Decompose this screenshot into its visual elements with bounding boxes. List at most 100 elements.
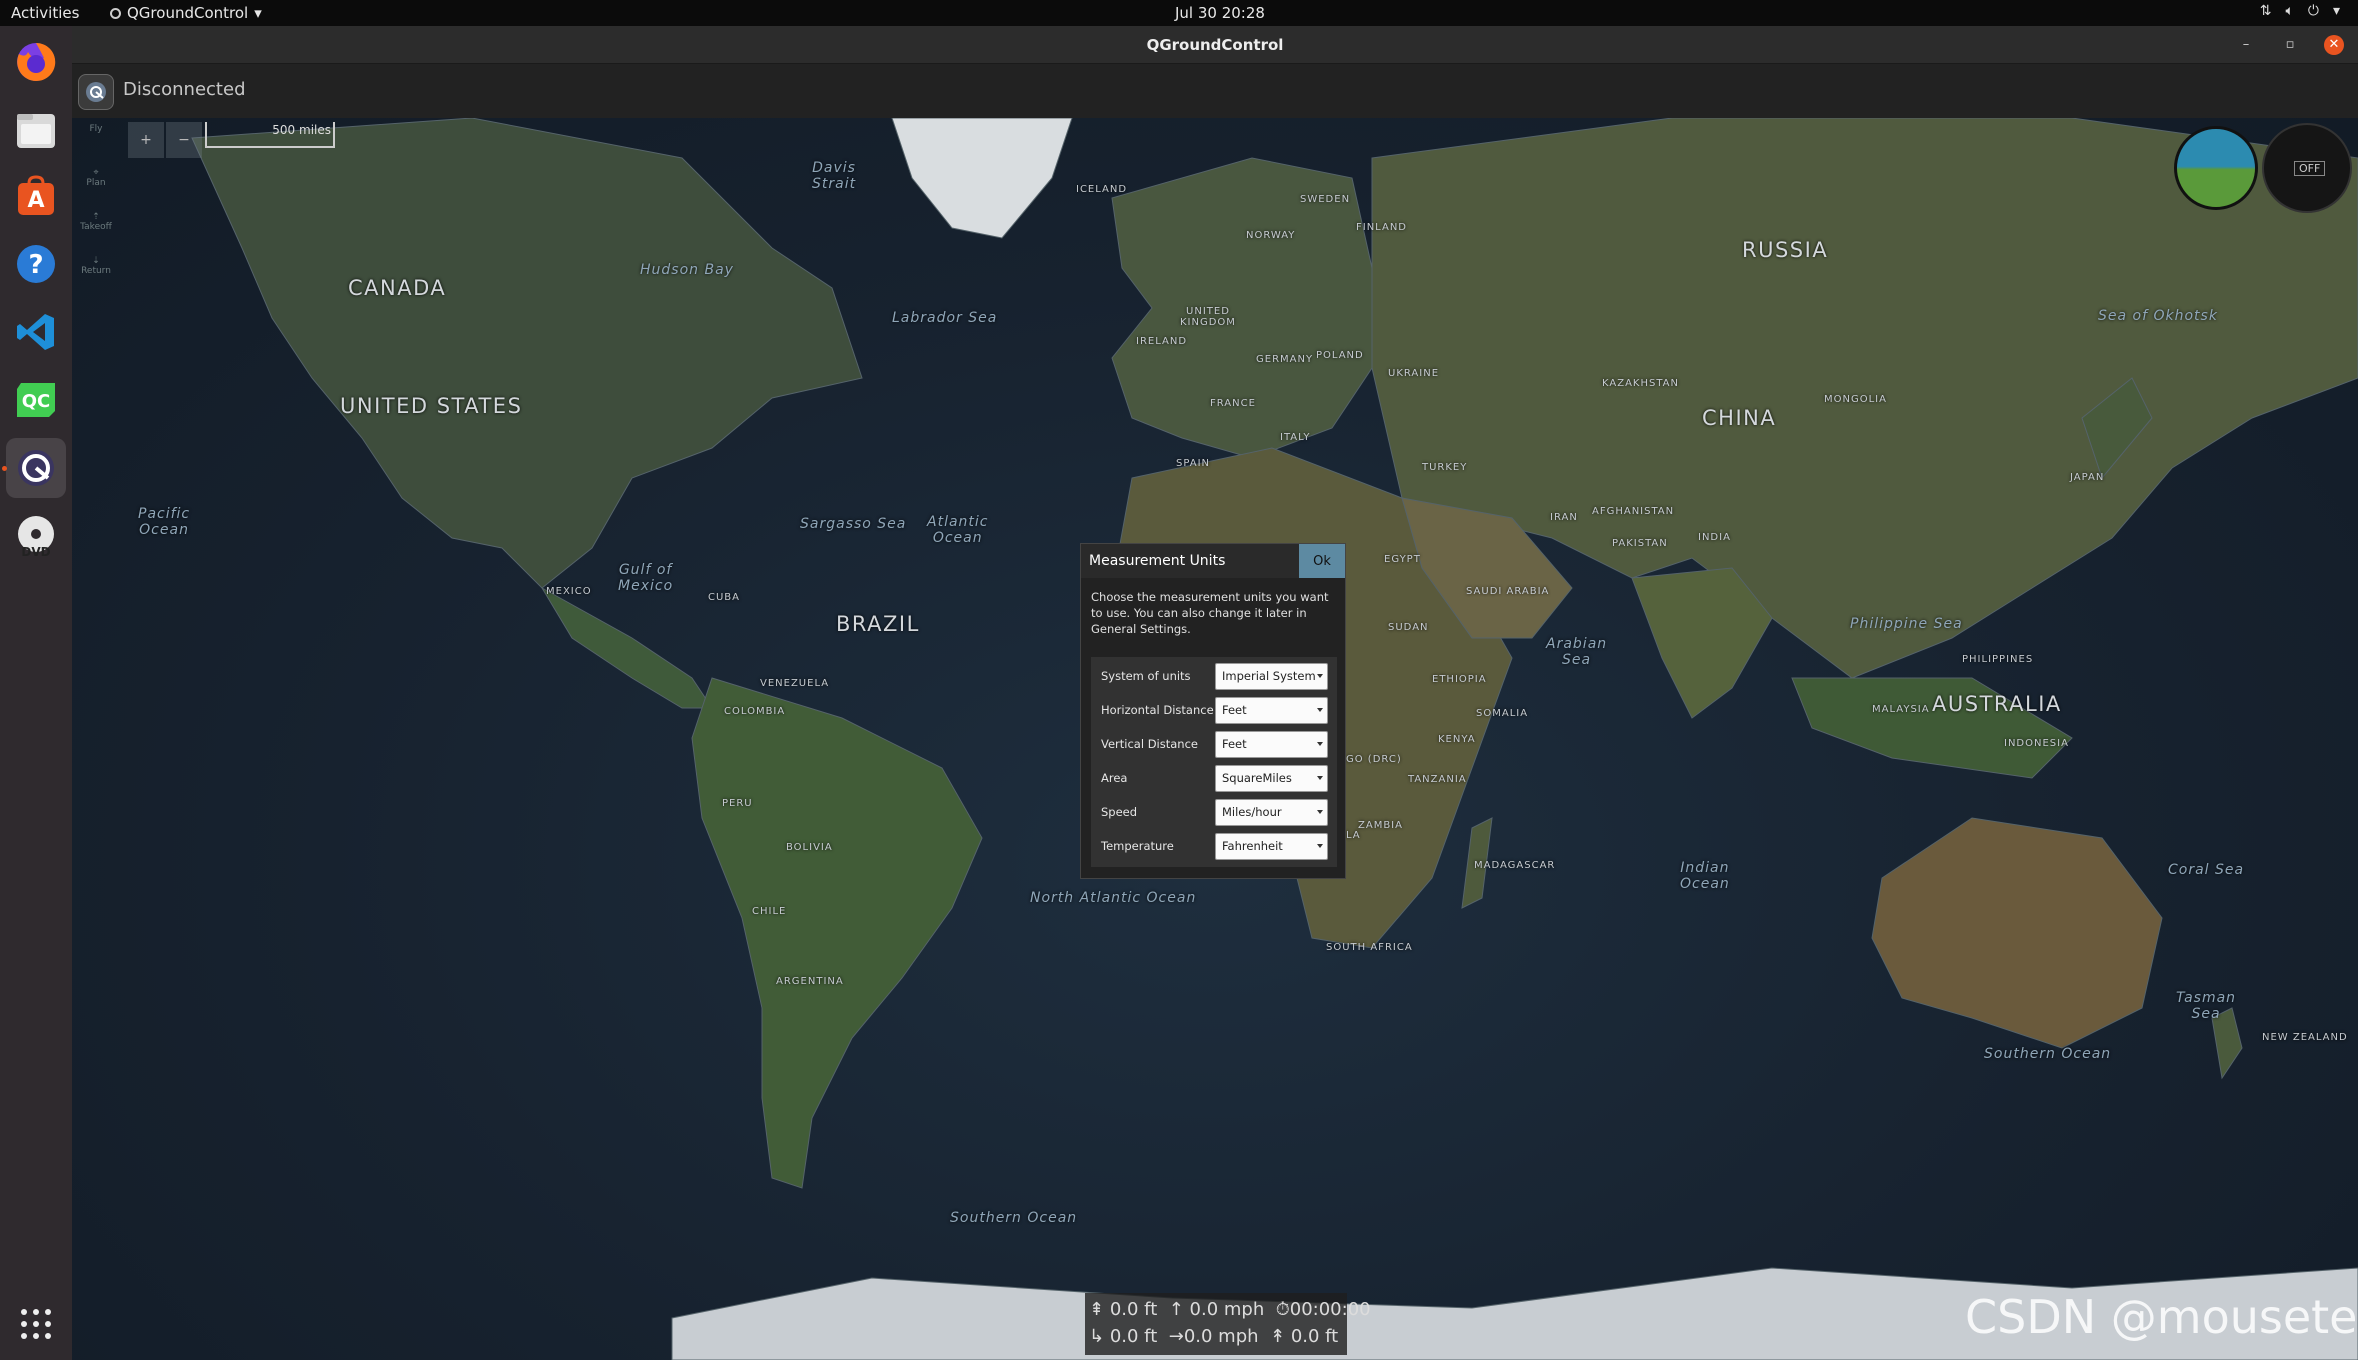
map-label: Philippine Sea <box>1850 616 1963 632</box>
map-label: RUSSIA <box>1742 238 1829 262</box>
takeoff-icon: ⇡ <box>92 212 100 222</box>
field-label: Area <box>1101 771 1128 785</box>
chevron-down-icon[interactable]: ▾ <box>2333 3 2340 19</box>
scale-label: 500 miles <box>272 123 331 137</box>
tool-plan[interactable]: ⌖ Plan <box>80 168 112 212</box>
tool-label: Fly <box>89 124 103 134</box>
attitude-indicator[interactable] <box>2174 126 2258 210</box>
files-icon[interactable] <box>12 106 60 154</box>
map-label: Atlantic Ocean <box>927 514 989 546</box>
svg-text:QC: QC <box>22 391 51 412</box>
distance-home-value: 0.0 ft <box>1109 1326 1158 1347</box>
map-label: Davis Strait <box>812 160 857 192</box>
map-label: ICELAND <box>1076 184 1128 195</box>
clock[interactable]: Jul 30 20:28 <box>1175 4 1265 22</box>
measurement-units-dialog: Measurement Units Ok Choose the measurem… <box>1080 543 1346 879</box>
map-label: PHILIPPINES <box>1962 654 2034 665</box>
tool-fly[interactable]: Fly <box>80 124 112 168</box>
maximize-button[interactable]: ▫ <box>2280 35 2300 55</box>
volume-icon[interactable]: 🔈︎ <box>2285 3 2293 19</box>
app-center-icon[interactable]: A <box>12 172 60 220</box>
help-icon[interactable]: ? <box>12 240 60 288</box>
speed-select[interactable]: Miles/hour <box>1215 799 1328 826</box>
system-tray[interactable]: ⇅ 🔈︎ ⏻ ▾ <box>2260 3 2340 19</box>
map-scale-bar: 500 miles <box>205 122 335 148</box>
window-titlebar[interactable]: QGroundControl – ▫ ✕ <box>72 26 2358 64</box>
tool-label: Return <box>81 266 111 276</box>
temperature-select[interactable]: Fahrenheit <box>1215 833 1328 860</box>
field-label: Horizontal Distance <box>1101 703 1214 717</box>
map-label: Southern Ocean <box>950 1210 1078 1226</box>
units-form: System of units Imperial System Horizont… <box>1091 657 1337 867</box>
map-label: CANADA <box>348 276 447 300</box>
minimize-button[interactable]: – <box>2236 35 2256 55</box>
map-label: ARGENTINA <box>776 976 844 987</box>
telemetry-row-1: ⇞ 0.0 ft ↑ 0.0 mph ⏱00:00:00 <box>1089 1299 1371 1320</box>
temperature-row: Temperature Fahrenheit <box>1091 830 1337 864</box>
map-label: MADAGASCAR <box>1474 860 1556 871</box>
connection-status: Disconnected <box>123 79 246 100</box>
chevron-down-icon: ▾ <box>254 4 262 22</box>
map-label: NEW ZEALAND <box>2262 1032 2348 1043</box>
ok-button[interactable]: Ok <box>1299 544 1345 578</box>
map-label: GO (DRC) <box>1346 754 1402 765</box>
app-menu-label: QGroundControl <box>127 4 249 22</box>
network-icon[interactable]: ⇅ <box>2260 3 2272 19</box>
zoom-out-button[interactable]: − <box>166 122 202 158</box>
map-label: ETHIOPIA <box>1432 674 1487 685</box>
field-label: Temperature <box>1101 839 1174 853</box>
close-button[interactable]: ✕ <box>2324 35 2344 55</box>
area-row: Area SquareMiles <box>1091 762 1337 796</box>
map-label: COLOMBIA <box>724 706 786 717</box>
activities-button[interactable]: Activities <box>11 4 79 22</box>
qgc-menu-button[interactable] <box>78 74 114 110</box>
plan-tool-strip: Fly ⌖ Plan ⇡ Takeoff ⇣ Return <box>80 124 112 300</box>
firefox-icon[interactable] <box>12 38 60 86</box>
app-menu[interactable]: QGroundControl ▾ <box>110 4 262 22</box>
zoom-in-button[interactable]: + <box>128 122 164 158</box>
system-top-bar: Activities QGroundControl ▾ Jul 30 20:28… <box>0 0 2358 26</box>
telemetry-bar[interactable]: ⇞ 0.0 ft ↑ 0.0 mph ⏱00:00:00 ↳ 0.0 ft →0… <box>1085 1293 1371 1355</box>
vertical-distance-select[interactable]: Feet <box>1215 731 1328 758</box>
qgc-small-icon <box>110 7 121 19</box>
map-label: KAZAKHSTAN <box>1602 378 1679 389</box>
dvd-icon[interactable]: DVD <box>12 512 60 560</box>
tool-label: Plan <box>86 178 106 188</box>
system-of-units-select[interactable]: Imperial System <box>1215 663 1328 690</box>
compass-off-label: OFF <box>2294 161 2326 176</box>
horizontal-distance-select[interactable]: Feet <box>1215 697 1328 724</box>
map-label: SPAIN <box>1176 458 1211 469</box>
speed-row: Speed Miles/hour <box>1091 796 1337 830</box>
dropdown-arrow-icon <box>1317 742 1323 746</box>
window-title: QGroundControl <box>1146 36 1284 54</box>
tool-return[interactable]: ⇣ Return <box>80 256 112 300</box>
power-icon[interactable]: ⏻ <box>2308 3 2319 19</box>
map-label: EGYPT <box>1384 554 1421 565</box>
map-label: IRELAND <box>1136 336 1188 347</box>
compass-indicator[interactable]: OFF <box>2262 123 2352 213</box>
qgroundcontrol-dock-icon[interactable] <box>6 438 66 498</box>
qt-creator-icon[interactable]: QC <box>12 376 60 424</box>
timer-icon: ⏱ <box>1275 1299 1290 1320</box>
map-label: PAKISTAN <box>1612 538 1668 549</box>
ground-speed-icon: → <box>1168 1326 1184 1347</box>
svg-text:?: ? <box>28 250 43 280</box>
map-label: MALAYSIA <box>1872 704 1930 715</box>
climb-speed-value: 0.0 mph <box>1189 1299 1265 1320</box>
dropdown-arrow-icon <box>1317 708 1323 712</box>
show-apps-grid-icon[interactable] <box>12 1300 60 1348</box>
return-icon: ⇣ <box>92 256 100 266</box>
watermark: CSDN @mousetest <box>1965 1290 2358 1344</box>
map-label: Indian Ocean <box>1680 860 1730 892</box>
map-label: Sargasso Sea <box>800 516 907 532</box>
area-select[interactable]: SquareMiles <box>1215 765 1328 792</box>
map-label: GERMANY <box>1256 354 1314 365</box>
telemetry-row-2: ↳ 0.0 ft →0.0 mph ↟ 0.0 ft <box>1089 1326 1338 1347</box>
map-label: IRAN <box>1550 512 1578 523</box>
tool-takeoff[interactable]: ⇡ Takeoff <box>80 212 112 256</box>
select-value: SquareMiles <box>1222 771 1292 785</box>
map-label: TURKEY <box>1422 462 1468 473</box>
field-label: System of units <box>1101 669 1191 683</box>
vscode-icon[interactable] <box>12 308 60 356</box>
map-label: FINLAND <box>1356 222 1408 233</box>
